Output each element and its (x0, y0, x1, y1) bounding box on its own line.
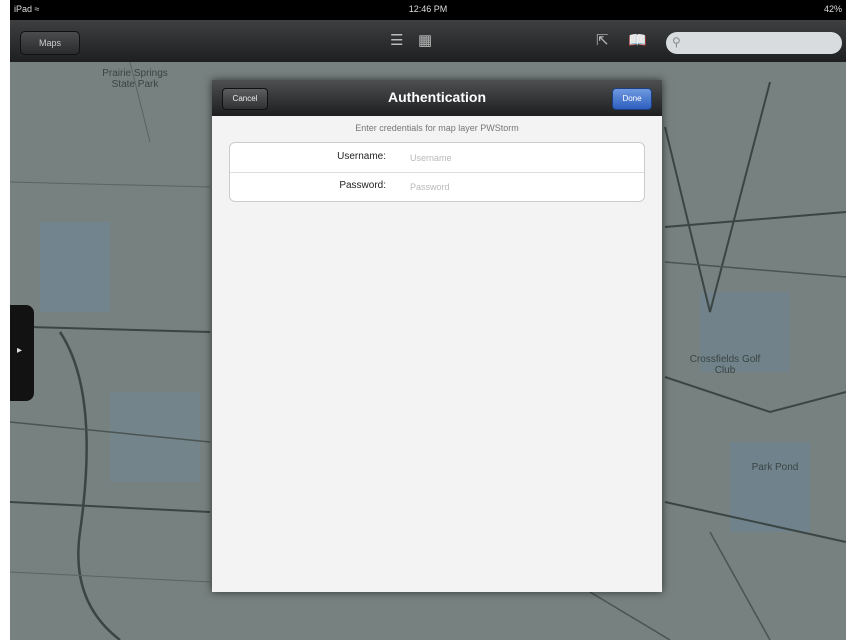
side-panel-toggle[interactable]: ▸ (10, 305, 34, 401)
credentials-form: Username: Password: (229, 142, 645, 202)
search-field[interactable]: ⚲ (666, 32, 842, 54)
layers-icon[interactable]: ☰ (390, 32, 403, 50)
map-label: Crossfields Golf Club (689, 354, 761, 376)
share-icon[interactable]: ⇱ (596, 32, 609, 50)
basemap-icon[interactable]: ▦ (418, 32, 432, 50)
username-label: Username: (337, 151, 386, 162)
chevron-right-icon: ▸ (17, 345, 23, 356)
form-divider (230, 172, 644, 173)
search-icon: ⚲ (672, 35, 681, 49)
password-field[interactable] (410, 180, 610, 194)
username-field[interactable] (410, 151, 610, 165)
map-label: Prairie Springs State Park (102, 68, 168, 90)
bookmarks-icon[interactable]: 📖 (628, 32, 647, 50)
maps-button[interactable]: Maps (20, 31, 80, 55)
credentials-prompt: Enter credentials for map layer PWStorm (355, 123, 519, 133)
authentication-dialog: Cancel Authentication Done Enter credent… (212, 80, 662, 592)
status-bar: iPad ≈ 12:46 PM 42% (10, 0, 846, 20)
map-toolbar: Maps ☰ ▦ ⇱ 📖 ⚲ (10, 20, 846, 62)
status-time: 12:46 PM (408, 4, 448, 14)
done-button[interactable]: Done (612, 88, 652, 110)
dialog-nav-bar: Cancel Authentication Done (212, 80, 662, 116)
map-label: Park Pond (751, 462, 799, 473)
dialog-title: Authentication (388, 89, 486, 105)
password-label: Password: (339, 180, 386, 191)
battery-level: 42% (823, 4, 842, 14)
